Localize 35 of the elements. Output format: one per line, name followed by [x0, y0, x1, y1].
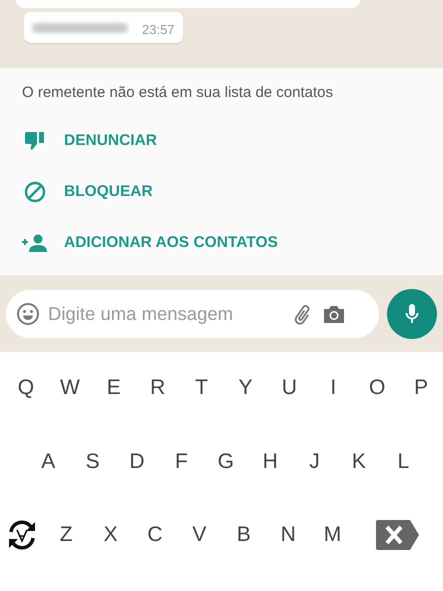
- keyboard-key[interactable]: W: [48, 370, 92, 406]
- keyboard-key[interactable]: B: [222, 517, 266, 554]
- keyboard-key[interactable]: U: [267, 370, 312, 406]
- keyboard-key[interactable]: J: [292, 444, 337, 480]
- keyboard-key[interactable]: G: [204, 444, 248, 480]
- microphone-icon: [405, 302, 420, 324]
- keyboard-key[interactable]: L: [381, 444, 426, 480]
- keyboard-key[interactable]: E: [92, 370, 136, 406]
- keyboard-key[interactable]: F: [159, 444, 204, 480]
- add-person-icon: [22, 234, 48, 252]
- keyboard-key[interactable]: A: [26, 444, 70, 480]
- notice-text: O remetente não está em sua lista de contatos: [22, 83, 334, 103]
- message-input[interactable]: Digite uma mensagem: [48, 302, 278, 324]
- keyboard-key[interactable]: Y: [224, 370, 268, 406]
- keyboard-key[interactable]: M: [310, 517, 355, 554]
- keyboard-key[interactable]: I: [311, 370, 356, 406]
- microphone-button[interactable]: [387, 288, 437, 338]
- message-time: 23:57: [142, 21, 175, 37]
- message-field[interactable]: Digite uma mensagem: [6, 290, 380, 338]
- keyboard-key[interactable]: R: [136, 370, 180, 406]
- keyboard-key[interactable]: D: [114, 444, 160, 480]
- keyboard-key[interactable]: V: [177, 517, 222, 554]
- keyboard-key[interactable]: N: [266, 517, 310, 554]
- keyboard-key[interactable]: Z: [44, 517, 88, 554]
- keyboard-key[interactable]: Q: [4, 370, 48, 406]
- keyboard-key[interactable]: C: [132, 517, 178, 554]
- keyboard-key[interactable]: O: [355, 370, 400, 406]
- keyboard-key[interactable]: K: [336, 444, 382, 480]
- keyboard-key[interactable]: X: [88, 517, 133, 554]
- keyboard-key[interactable]: H: [248, 444, 292, 480]
- emoji-icon[interactable]: [16, 302, 40, 326]
- keyboard-key[interactable]: T: [180, 370, 224, 406]
- keyboard-key[interactable]: S: [70, 444, 115, 480]
- keyboard-key[interactable]: P: [399, 370, 443, 406]
- block-icon: [22, 180, 48, 202]
